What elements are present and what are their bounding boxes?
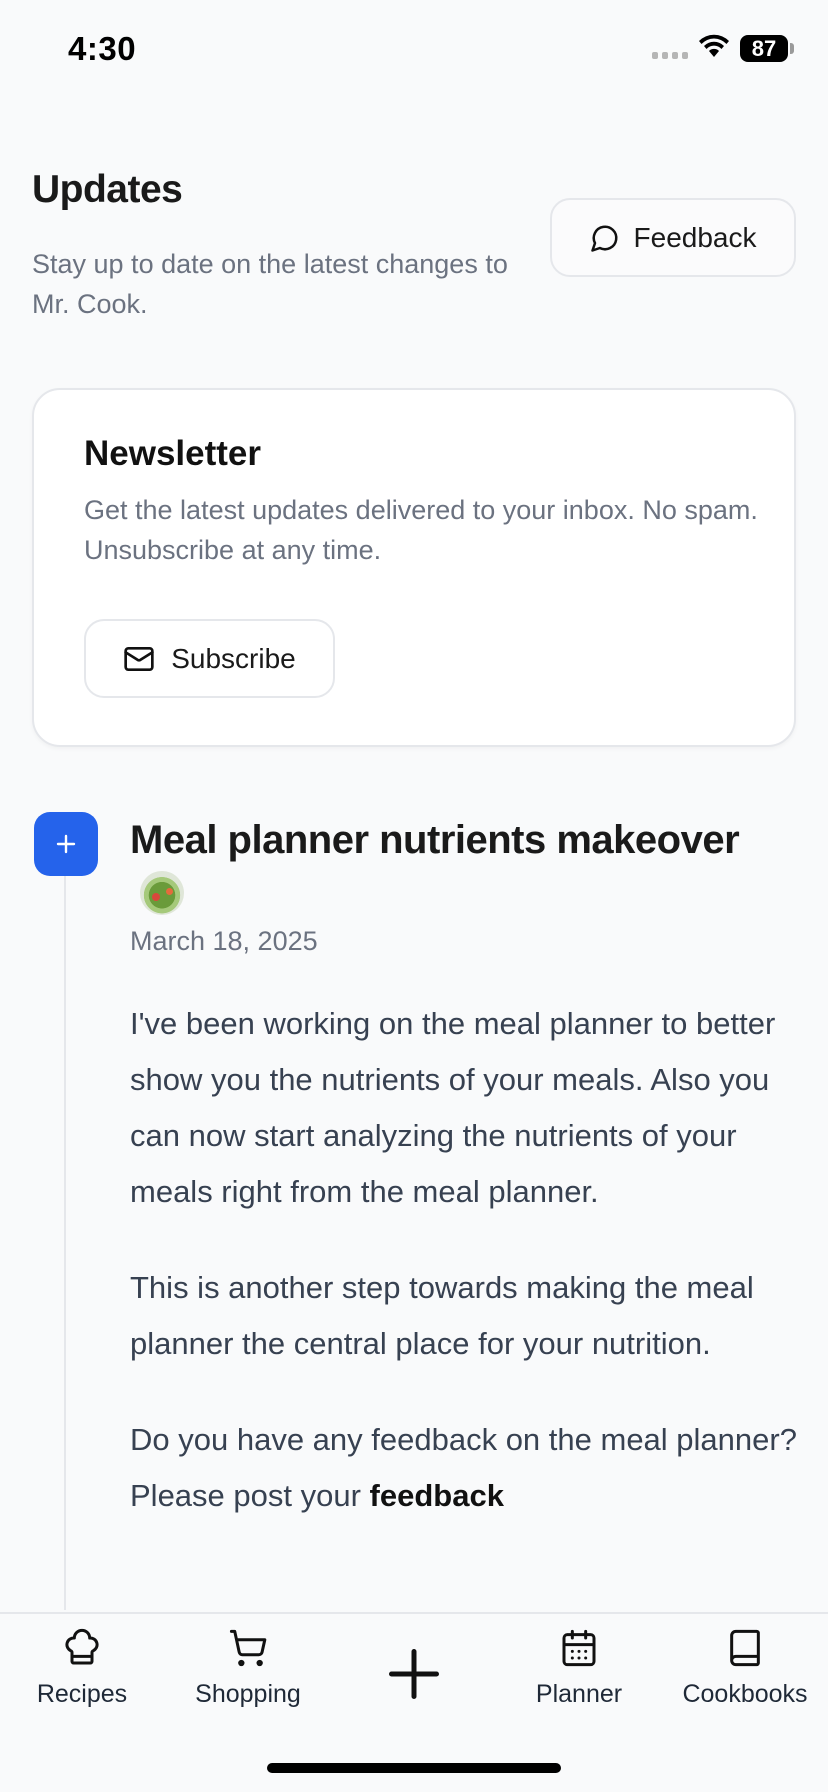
mail-icon xyxy=(124,646,154,671)
subscribe-button-label: Subscribe xyxy=(171,642,296,674)
nav-label-recipes: Recipes xyxy=(36,1680,128,1708)
newsletter-title: Newsletter xyxy=(84,434,262,473)
nav-item-planner[interactable]: Planner xyxy=(499,1628,659,1709)
update-paragraph: Do you have any feedback on the meal pla… xyxy=(130,1412,800,1524)
add-button[interactable] xyxy=(384,1644,444,1704)
calendar-icon xyxy=(562,1629,596,1667)
cellular-signal-icon xyxy=(652,52,688,59)
page-title: Updates xyxy=(32,168,183,211)
chat-bubble-icon xyxy=(590,225,617,252)
chef-hat-icon xyxy=(65,1628,99,1665)
nav-label-cookbooks: Cookbooks xyxy=(682,1680,808,1708)
update-title-text: Meal planner nutrients makeover xyxy=(130,818,740,862)
timeline-plus-icon xyxy=(34,812,98,876)
salad-icon xyxy=(140,871,184,915)
newsletter-description: Get the latest updates delivered to your… xyxy=(84,495,758,565)
home-indicator xyxy=(267,1763,561,1773)
status-bar: 4:30 87 xyxy=(0,0,828,100)
page-subtitle: Stay up to date on the latest changes to… xyxy=(32,249,508,319)
update-paragraph: This is another step towards making the … xyxy=(130,1270,754,1361)
cart-icon xyxy=(229,1629,267,1667)
subscribe-button[interactable]: Subscribe xyxy=(84,619,335,698)
update-paragraph: I've been working on the meal planner to… xyxy=(130,1006,776,1209)
timeline-line xyxy=(64,870,66,1610)
update-body: I've been working on the meal planner to… xyxy=(130,996,800,1564)
update-date: March 18, 2025 xyxy=(130,926,318,956)
book-icon xyxy=(730,1629,760,1667)
nav-label-shopping: Shopping xyxy=(195,1680,301,1708)
nav-label-planner: Planner xyxy=(535,1680,623,1708)
newsletter-card: Newsletter Get the latest updates delive… xyxy=(32,388,796,747)
feedback-link[interactable]: feedback xyxy=(370,1478,504,1513)
nav-item-shopping[interactable]: Shopping xyxy=(168,1628,328,1709)
status-time: 4:30 xyxy=(68,30,137,67)
update-title: Meal planner nutrients makeover xyxy=(130,812,750,924)
updates-screen: 4:30 87 Updates Stay up to date on the l… xyxy=(0,0,828,1792)
battery-icon: 87 xyxy=(740,35,788,62)
battery-cap xyxy=(790,43,794,54)
feedback-button-label: Feedback xyxy=(633,221,757,253)
wifi-icon xyxy=(699,34,729,57)
feedback-button[interactable]: Feedback xyxy=(550,198,796,277)
nav-item-recipes[interactable]: Recipes xyxy=(2,1628,162,1709)
nav-item-cookbooks[interactable]: Cookbooks xyxy=(665,1628,825,1709)
